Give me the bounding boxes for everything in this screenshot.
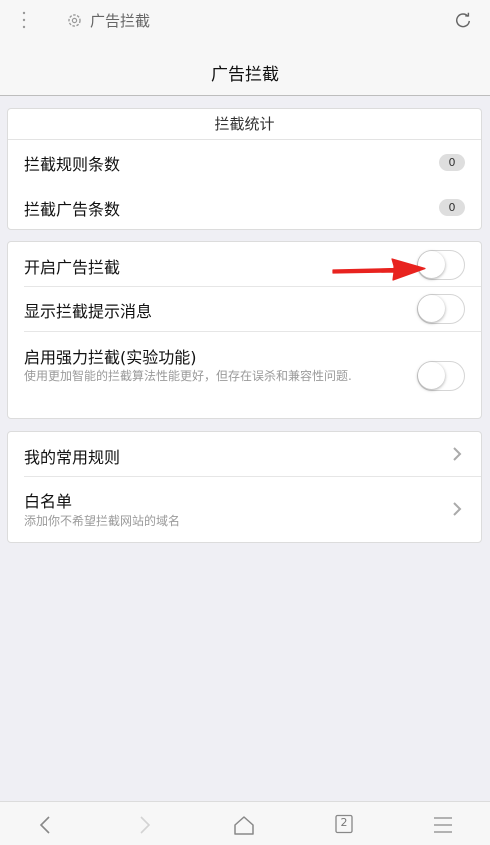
- menu-icon[interactable]: [433, 814, 453, 836]
- stat-label: 拦截广告条数: [24, 200, 121, 219]
- stat-count-badge: 0: [439, 199, 465, 216]
- page-header: 广告拦截: [0, 42, 490, 96]
- forward-icon[interactable]: [138, 814, 152, 836]
- browser-bottom-bar: 2: [0, 801, 490, 845]
- home-icon[interactable]: [233, 814, 255, 836]
- setting-row-strong-block[interactable]: 启用强力拦截(实验功能) 使用更加智能的拦截算法性能更好，但存在误杀和兼容性问题…: [8, 332, 481, 420]
- tab-count: 2: [340, 816, 348, 829]
- stat-row-rules: 拦截规则条数 0: [8, 140, 481, 185]
- stat-count-badge: 0: [439, 154, 465, 171]
- reload-icon[interactable]: [454, 11, 472, 29]
- gear-icon: [68, 14, 81, 27]
- rules-label: 白名单: [24, 492, 73, 511]
- back-icon[interactable]: [38, 814, 52, 836]
- rules-row-whitelist[interactable]: 白名单 添加你不希望拦截网站的域名: [8, 477, 481, 543]
- setting-label: 开启广告拦截: [24, 258, 121, 277]
- rules-card: 我的常用规则 白名单 添加你不希望拦截网站的域名: [7, 431, 482, 543]
- setting-label: 启用强力拦截(实验功能): [24, 348, 197, 367]
- setting-row-show-tips[interactable]: 显示拦截提示消息: [8, 287, 481, 331]
- page-title: 广告拦截: [211, 65, 279, 85]
- tab-title: 广告拦截: [90, 12, 151, 30]
- stats-heading: 拦截统计: [8, 109, 481, 140]
- strong-block-toggle[interactable]: [417, 361, 465, 391]
- rules-label: 我的常用规则: [24, 448, 121, 467]
- tabs-button[interactable]: 2: [335, 814, 353, 836]
- red-arrow-annotation: [332, 258, 426, 281]
- browser-top-bar: 广告拦截: [0, 0, 490, 42]
- show-tips-toggle[interactable]: [417, 294, 465, 324]
- stat-row-ads: 拦截广告条数 0: [8, 185, 481, 230]
- more-vertical-icon[interactable]: [18, 10, 30, 30]
- rules-row-common[interactable]: 我的常用规则: [8, 432, 481, 476]
- chevron-right-icon: [453, 447, 462, 461]
- chevron-right-icon: [453, 502, 462, 516]
- stats-card: 拦截统计 拦截规则条数 0 拦截广告条数 0: [7, 108, 482, 230]
- toggle-knob: [418, 295, 445, 322]
- toggle-knob: [418, 362, 445, 389]
- setting-label: 显示拦截提示消息: [24, 302, 153, 321]
- setting-description: 使用更加智能的拦截算法性能更好，但存在误杀和兼容性问题.: [24, 369, 352, 383]
- rules-description: 添加你不希望拦截网站的域名: [24, 514, 181, 528]
- stat-label: 拦截规则条数: [24, 155, 121, 174]
